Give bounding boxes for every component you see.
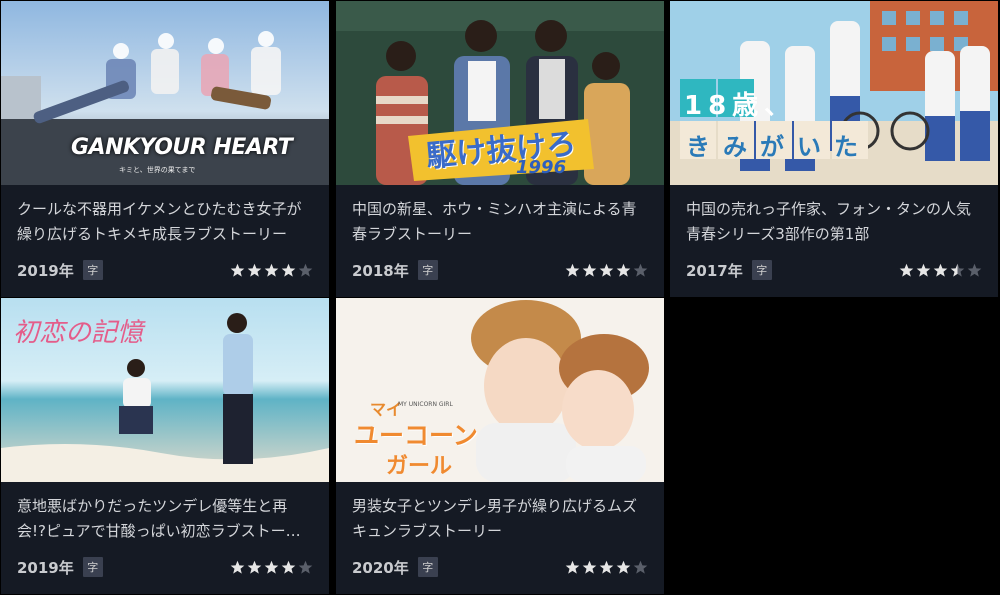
release-year: 2017年 [686, 261, 743, 280]
star-half-icon [950, 263, 965, 277]
title-card[interactable]: マイ MY UNICORN GIRL ユーコーン ガール 男装女子とツンデレ男子… [336, 298, 664, 594]
star-full-icon [247, 263, 262, 277]
star-full-icon [281, 263, 296, 277]
poster-subtitle: キミと、世界の果てまで [119, 166, 196, 174]
description: 意地悪ばかりだったツンデレ優等生と再会!?ピュアで甘酸っぱい初恋ラブストー… [17, 497, 301, 540]
thumbnail[interactable]: マイ MY UNICORN GIRL ユーコーン ガール [336, 298, 664, 482]
star-full-icon [264, 560, 279, 574]
star-full-icon [565, 263, 580, 277]
subtitle-badge: 字 [417, 260, 438, 280]
release-year: 2019年 [17, 261, 74, 280]
card-meta: 2019年 字 [17, 556, 313, 578]
description: 中国の売れっ子作家、フォン・タンの人気青春シリーズ3部作の第1部 [686, 200, 972, 243]
poster-title: 初恋の記憶 [13, 318, 144, 348]
title-grid: GANKYOUR HEART キミと、世界の果てまで クールな不器用イケメンとひ… [0, 0, 1000, 595]
star-full-icon [565, 560, 580, 574]
star-empty-icon [298, 263, 313, 277]
star-full-icon [616, 263, 631, 277]
release-year: 2019年 [17, 558, 74, 577]
thumbnail[interactable]: 初恋の記憶 [1, 298, 329, 482]
star-full-icon [616, 560, 631, 574]
star-full-icon [582, 560, 597, 574]
rating-stars [899, 263, 982, 278]
title-card[interactable]: 駆け抜けろ 1996 中国の新星、ホウ・ミンハオ主演による青春ラブストーリー 2… [336, 1, 664, 297]
title-card[interactable]: GANKYOUR HEART キミと、世界の果てまで クールな不器用イケメンとひ… [1, 1, 329, 297]
star-full-icon [230, 560, 245, 574]
rating-stars [230, 560, 313, 575]
card-meta: 2019年 字 [17, 259, 313, 281]
star-empty-icon [967, 263, 982, 277]
description: クールな不器用イケメンとひたむき女子が繰り広げるトキメキ成長ラブストーリー [17, 200, 302, 243]
poster-small-text: MY UNICORN GIRL [398, 401, 453, 408]
subtitle-badge: 字 [417, 557, 438, 577]
card-meta: 2018年 字 [352, 259, 648, 281]
star-full-icon [247, 560, 262, 574]
description: 男装女子とツンデレ男子が繰り広げるムズキュンラブストーリー [352, 497, 638, 540]
star-full-icon [599, 560, 614, 574]
star-full-icon [933, 263, 948, 277]
title-card[interactable]: 18歳、 きみがいた 中国の売れっ子作家、フォン・タンの人気青春シリーズ3部作の… [670, 1, 998, 297]
poster-title-line2: きみがいた [686, 133, 871, 161]
poster-subtitle: 1996 [516, 157, 567, 178]
rating-stars [230, 263, 313, 278]
rating-stars [565, 263, 648, 278]
poster-title: GANKYOUR HEART [71, 135, 293, 160]
star-empty-icon [633, 560, 648, 574]
thumbnail[interactable]: 駆け抜けろ 1996 [336, 1, 664, 185]
poster-title-line2: ユーコーン [354, 421, 478, 450]
card-meta: 2017年 字 [686, 259, 982, 281]
subtitle-badge: 字 [82, 260, 103, 280]
star-full-icon [281, 560, 296, 574]
release-year: 2018年 [352, 261, 409, 280]
star-full-icon [599, 263, 614, 277]
subtitle-badge: 字 [751, 260, 772, 280]
release-year: 2020年 [352, 558, 409, 577]
subtitle-badge: 字 [82, 557, 103, 577]
poster-title-line1: 18歳、 [684, 91, 797, 121]
star-empty-icon [633, 263, 648, 277]
star-full-icon [264, 263, 279, 277]
poster-title-line3: ガール [386, 454, 453, 479]
title-card[interactable]: 初恋の記憶 意地悪ばかりだったツンデレ優等生と再会!?ピュアで甘酸っぱい初恋ラブ… [1, 298, 329, 594]
star-full-icon [230, 263, 245, 277]
description: 中国の新星、ホウ・ミンハオ主演による青春ラブストーリー [352, 200, 637, 243]
star-full-icon [899, 263, 914, 277]
rating-stars [565, 560, 648, 575]
thumbnail[interactable]: 18歳、 きみがいた [670, 1, 998, 185]
card-meta: 2020年 字 [352, 556, 648, 578]
star-full-icon [582, 263, 597, 277]
star-full-icon [916, 263, 931, 277]
star-empty-icon [298, 560, 313, 574]
thumbnail[interactable]: GANKYOUR HEART キミと、世界の果てまで [1, 1, 329, 185]
